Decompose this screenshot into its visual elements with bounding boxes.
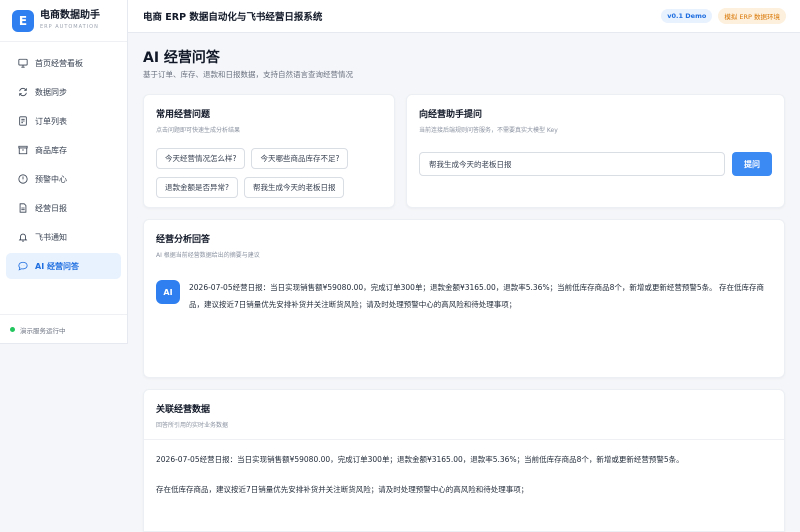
ask-button[interactable]: 提问 xyxy=(732,152,772,176)
sidebar-item-orders[interactable]: 订单列表 xyxy=(6,108,121,134)
sidebar-item-feishu[interactable]: 飞书通知 xyxy=(6,224,121,250)
question-chip[interactable]: 退款金额是否异常? xyxy=(156,177,238,198)
sidebar-item-ai-qa[interactable]: AI 经营问答 xyxy=(6,253,121,279)
ask-assistant-card: 向经营助手提问 当前连接后端规则问答服务，不需要真实大模型 Key 帮我生成今天… xyxy=(406,94,785,208)
box-icon xyxy=(18,145,28,155)
sidebar-item-label: 经营日报 xyxy=(35,203,67,213)
sidebar: E 电商数据助手 ERP AUTOMATION 首页经营看板 数据同步 订单列表… xyxy=(0,0,128,344)
service-status: 演示服务运行中 xyxy=(0,314,127,344)
sidebar-item-label: 订单列表 xyxy=(35,116,67,126)
monitor-icon xyxy=(18,58,28,68)
sidebar-item-label: 商品库存 xyxy=(35,145,67,155)
service-status-text: 演示服务运行中 xyxy=(20,326,66,335)
chat-icon xyxy=(18,261,28,271)
sync-icon xyxy=(18,87,28,97)
sidebar-item-label: 首页经营看板 xyxy=(35,58,83,68)
card-title: 经营分析回答 xyxy=(156,235,211,245)
card-desc: 回答所引用的实时业务数据 xyxy=(156,422,229,429)
card-desc: 点击问题即可快速生成分析结果 xyxy=(156,127,241,134)
environment-badge: 模拟 ERP 数据环境 xyxy=(718,8,786,24)
version-badge: v0.1 Demo xyxy=(661,9,713,23)
app-subtitle: ERP AUTOMATION xyxy=(40,24,99,30)
ai-avatar: AI xyxy=(156,280,180,304)
bell-icon xyxy=(18,232,28,242)
top-header: 电商 ERP 数据自动化与飞书经营日报系统 v0.1 Demo 模拟 ERP 数… xyxy=(128,0,800,33)
page-subtitle: 基于订单、库存、退款和日报数据，支持自然语言查询经营情况 xyxy=(143,70,353,79)
sidebar-item-inventory[interactable]: 商品库存 xyxy=(6,137,121,163)
sidebar-item-label: AI 经营问答 xyxy=(35,261,79,271)
question-input[interactable]: 帮我生成今天的老板日报 xyxy=(419,152,725,176)
card-title: 关联经营数据 xyxy=(156,405,211,415)
sidebar-item-sync[interactable]: 数据同步 xyxy=(6,79,121,105)
common-questions-card: 常用经营问题 点击问题即可快速生成分析结果 今天经营情况怎么样? 今天哪些商品库… xyxy=(143,94,395,208)
app-name: 电商数据助手 xyxy=(40,10,100,21)
card-desc: AI 根据当前经营数据给出的摘要与建议 xyxy=(156,252,260,259)
related-data-line: 2026-07-05经营日报：当日实现销售额¥59080.00，完成订单300单… xyxy=(156,455,684,464)
related-data-line: 存在低库存商品，建议按近7日销量优先安排补货并关注断货风险；请及时处理预警中心的… xyxy=(156,485,529,494)
system-title: 电商 ERP 数据自动化与飞书经营日报系统 xyxy=(143,12,323,23)
card-title: 常用经营问题 xyxy=(156,110,211,120)
question-chip[interactable]: 今天经营情况怎么样? xyxy=(156,148,246,169)
document-icon xyxy=(18,116,28,126)
question-chips: 今天经营情况怎么样? 今天哪些商品库存不足? 退款金额是否异常? 帮我生成今天的… xyxy=(156,148,382,198)
sidebar-item-label: 数据同步 xyxy=(35,87,67,97)
sidebar-item-label: 飞书通知 xyxy=(35,232,67,242)
brand: E 电商数据助手 ERP AUTOMATION xyxy=(0,0,127,42)
card-title: 向经营助手提问 xyxy=(419,110,483,120)
related-data-card: 关联经营数据 回答所引用的实时业务数据 2026-07-05经营日报：当日实现销… xyxy=(143,389,785,532)
sidebar-item-daily-report[interactable]: 经营日报 xyxy=(6,195,121,221)
sidebar-nav: 首页经营看板 数据同步 订单列表 商品库存 预警中心 经营日报 飞书通知 AI xyxy=(0,42,127,279)
app-logo: E xyxy=(12,9,34,32)
sidebar-item-label: 预警中心 xyxy=(35,174,67,184)
status-dot xyxy=(10,327,15,332)
page-title: AI 经营问答 xyxy=(143,50,220,66)
related-data-body: 2026-07-05经营日报：当日实现销售额¥59080.00，完成订单300单… xyxy=(144,440,784,526)
report-icon xyxy=(18,203,28,213)
sidebar-item-dashboard[interactable]: 首页经营看板 xyxy=(6,50,121,76)
card-desc: 当前连接后端规则问答服务，不需要真实大模型 Key xyxy=(419,127,558,134)
answer-text: 2026-07-05经营日报：当日实现销售额¥59080.00，完成订单300单… xyxy=(189,283,764,309)
sidebar-item-alerts[interactable]: 预警中心 xyxy=(6,166,121,192)
question-chip[interactable]: 今天哪些商品库存不足? xyxy=(251,148,349,169)
question-chip[interactable]: 帮我生成今天的老板日报 xyxy=(243,177,345,198)
analysis-answer-card: 经营分析回答 AI 根据当前经营数据给出的摘要与建议 AI 2026-07-05… xyxy=(143,219,785,378)
alert-icon xyxy=(18,174,28,184)
